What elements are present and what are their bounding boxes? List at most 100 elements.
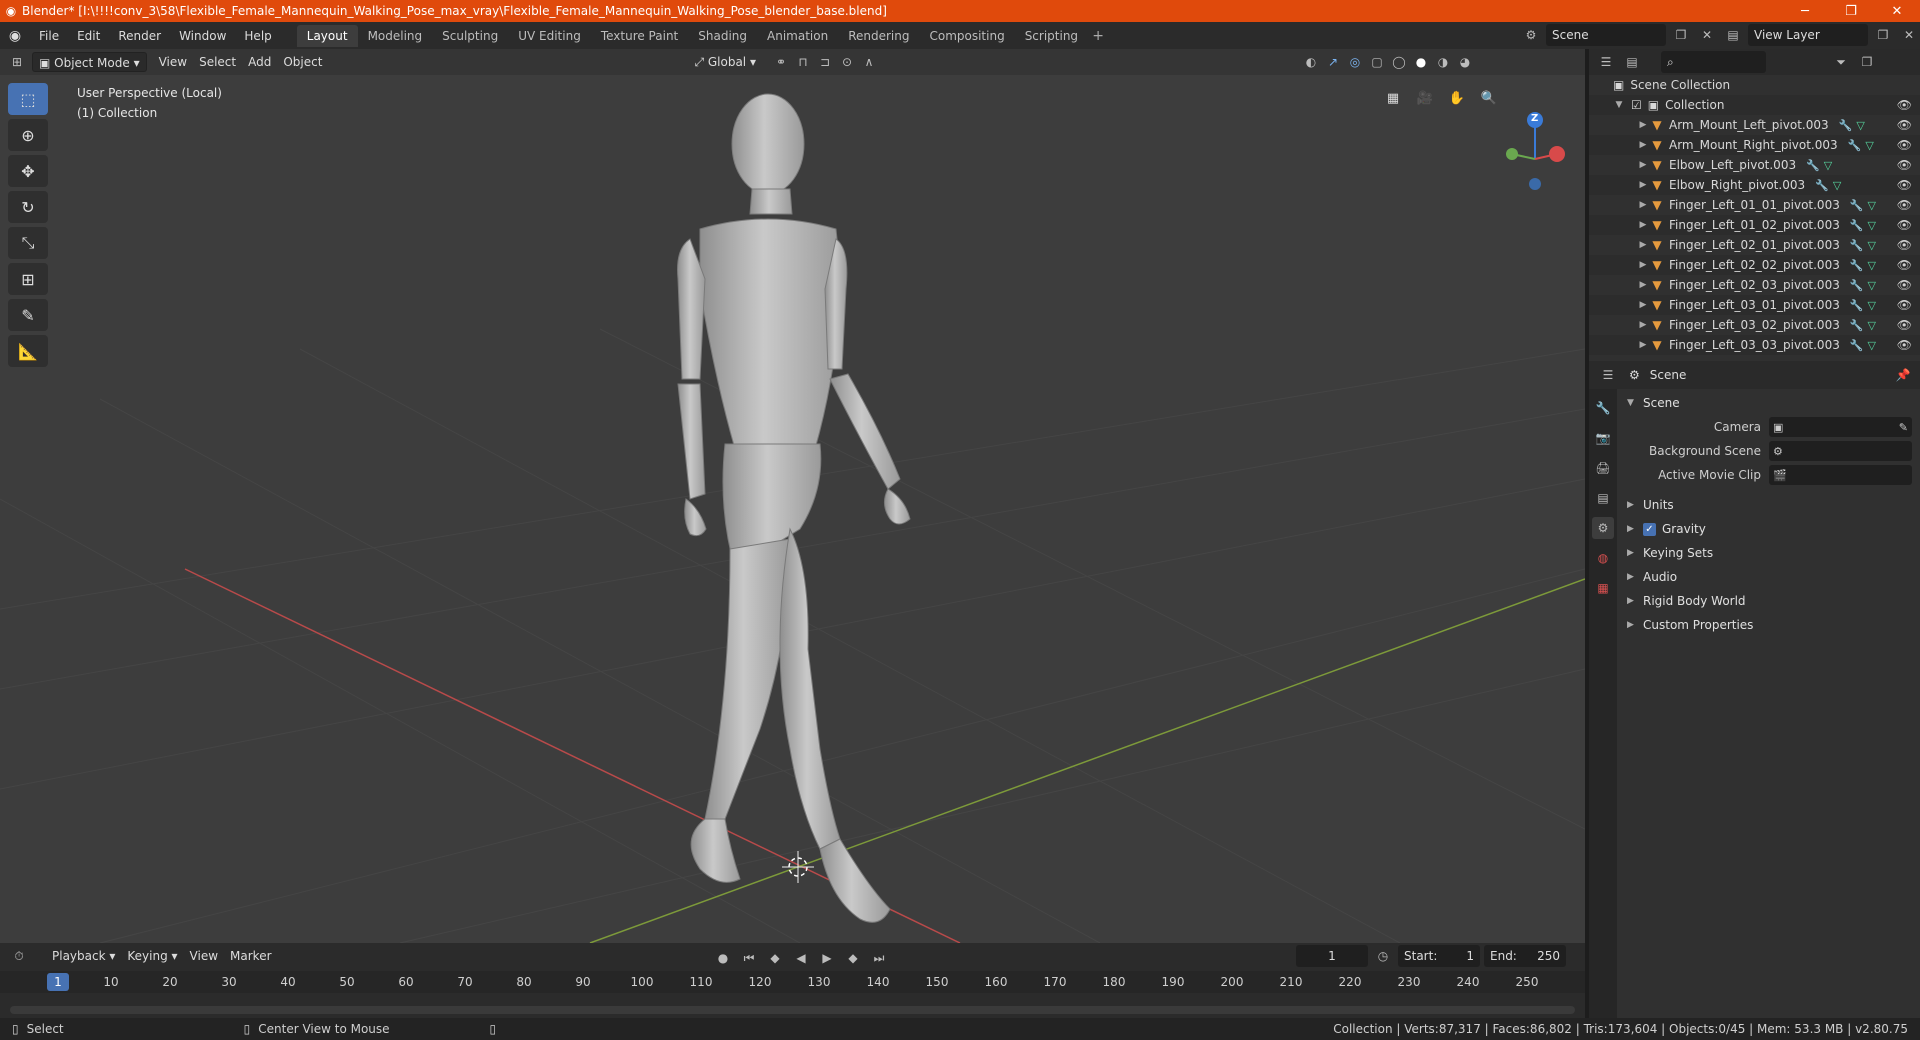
object-mode-dropdown[interactable]: ▣ Object Mode ▾: [32, 52, 147, 72]
keying-menu[interactable]: Keying ▾: [121, 946, 183, 966]
modifier-wrench-icon[interactable]: 🔧: [1850, 279, 1864, 292]
view-layer-icon[interactable]: ▤: [1722, 24, 1744, 46]
timeline-editor-type-icon[interactable]: ⏱: [8, 945, 30, 967]
transform-tool-icon[interactable]: ⊞: [8, 263, 48, 295]
output-tab-icon[interactable]: 🖨: [1592, 457, 1614, 479]
outliner-item[interactable]: ▶ ▼ Arm_Mount_Right_pivot.003 🔧 ▽ 👁: [1589, 135, 1920, 155]
material-shading-icon[interactable]: ◑: [1432, 51, 1454, 73]
record-icon[interactable]: ●: [712, 947, 734, 969]
new-scene-icon[interactable]: ❐: [1670, 24, 1692, 46]
grid-view-icon[interactable]: ▦: [1380, 85, 1406, 111]
expand-arrow-icon[interactable]: ▶: [1637, 240, 1649, 250]
mesh-data-icon[interactable]: ▽: [1868, 299, 1876, 312]
viewport-menu-view[interactable]: View: [153, 52, 193, 72]
close-button[interactable]: ✕: [1874, 0, 1920, 22]
outliner-item[interactable]: ▶ ▼ Finger_Left_01_01_pivot.003 🔧 ▽ 👁: [1589, 195, 1920, 215]
eye-icon[interactable]: 👁: [1897, 178, 1912, 192]
tab-scripting[interactable]: Scripting: [1015, 25, 1088, 47]
marker-menu[interactable]: Marker: [224, 946, 277, 966]
solid-shading-icon[interactable]: ●: [1410, 51, 1432, 73]
tool-tab-icon[interactable]: 🔧: [1592, 397, 1614, 419]
outliner-item[interactable]: ▶ ▼ Finger_Left_01_02_pivot.003 🔧 ▽ 👁: [1589, 215, 1920, 235]
playback-menu[interactable]: Playback ▾: [46, 946, 121, 966]
menu-window[interactable]: Window: [170, 25, 235, 47]
expand-arrow-icon[interactable]: ▶: [1637, 200, 1649, 210]
clock-icon[interactable]: ◷: [1372, 945, 1394, 967]
modifier-wrench-icon[interactable]: 🔧: [1850, 259, 1864, 272]
view-layer-field[interactable]: View Layer: [1748, 24, 1868, 46]
new-collection-icon[interactable]: ❐: [1856, 51, 1878, 73]
modifier-wrench-icon[interactable]: 🔧: [1806, 159, 1820, 172]
view-layer-tab-icon[interactable]: ▤: [1592, 487, 1614, 509]
collection-checkbox[interactable]: ☑: [1631, 98, 1642, 112]
eye-icon[interactable]: 👁: [1897, 238, 1912, 252]
tab-animation[interactable]: Animation: [757, 25, 838, 47]
eye-icon[interactable]: 👁: [1897, 198, 1912, 212]
jump-keyframe-back-icon[interactable]: ◆: [764, 947, 786, 969]
expand-arrow-icon[interactable]: ▶: [1637, 120, 1649, 130]
transform-orientation-dropdown[interactable]: ⤢ Global ▾: [688, 52, 762, 72]
select-box-tool-icon[interactable]: ⬚: [8, 83, 48, 115]
rendered-shading-icon[interactable]: ◕: [1454, 51, 1476, 73]
active-movie-clip-field[interactable]: 🎬: [1769, 465, 1912, 485]
expand-arrow-icon[interactable]: ▶: [1637, 300, 1649, 310]
move-tool-icon[interactable]: ✥: [8, 155, 48, 187]
outliner-collection[interactable]: ▼ ☑ ▣ Collection 👁: [1589, 95, 1920, 115]
3d-cursor[interactable]: [782, 851, 814, 883]
tab-texture-paint[interactable]: Texture Paint: [591, 25, 688, 47]
minimize-button[interactable]: ─: [1782, 0, 1828, 22]
overlay-toggle-icon[interactable]: ◎: [1344, 51, 1366, 73]
gizmo-toggle-icon[interactable]: ↗: [1322, 51, 1344, 73]
camera-view-icon[interactable]: 🎥: [1412, 85, 1438, 111]
eye-icon[interactable]: 👁: [1897, 318, 1912, 332]
modifier-wrench-icon[interactable]: 🔧: [1850, 239, 1864, 252]
mesh-data-icon[interactable]: ▽: [1824, 159, 1832, 172]
viewport-menu-add[interactable]: Add: [242, 52, 277, 72]
measure-tool-icon[interactable]: 📐: [8, 335, 48, 367]
eye-icon[interactable]: 👁: [1897, 338, 1912, 352]
current-frame-field[interactable]: 1: [1296, 945, 1368, 967]
delete-view-layer-icon[interactable]: ✕: [1898, 24, 1920, 46]
modifier-wrench-icon[interactable]: 🔧: [1850, 199, 1864, 212]
expand-arrow-icon[interactable]: ▶: [1637, 220, 1649, 230]
proportional-edit-icon[interactable]: ⊙: [836, 51, 858, 73]
expand-arrow-icon[interactable]: ▶: [1637, 320, 1649, 330]
tab-sculpting[interactable]: Sculpting: [432, 25, 508, 47]
mesh-data-icon[interactable]: ▽: [1856, 119, 1864, 132]
eye-icon[interactable]: 👁: [1897, 298, 1912, 312]
mesh-data-icon[interactable]: ▽: [1868, 199, 1876, 212]
menu-file[interactable]: File: [30, 25, 68, 47]
scene-panel-header[interactable]: ▼ Scene: [1619, 391, 1920, 415]
expand-arrow-icon[interactable]: ▶: [1637, 340, 1649, 350]
outliner-item[interactable]: ▶ ▼ Finger_Left_03_03_pivot.003 🔧 ▽ 👁: [1589, 335, 1920, 355]
jump-start-icon[interactable]: ⏮: [738, 947, 760, 969]
jump-end-icon[interactable]: ⏭: [868, 947, 890, 969]
modifier-wrench-icon[interactable]: 🔧: [1850, 339, 1864, 352]
end-frame-field[interactable]: End: 250: [1484, 945, 1566, 967]
camera-field[interactable]: ▣ ✎: [1769, 417, 1912, 437]
delete-scene-icon[interactable]: ✕: [1696, 24, 1718, 46]
gravity-panel-header[interactable]: ▶ ✓ Gravity: [1619, 517, 1920, 541]
falloff-icon[interactable]: ∧: [858, 51, 880, 73]
expand-arrow-icon[interactable]: ▶: [1637, 160, 1649, 170]
modifier-wrench-icon[interactable]: 🔧: [1850, 319, 1864, 332]
cursor-tool-icon[interactable]: ⊕: [8, 119, 48, 151]
background-scene-field[interactable]: ⚙: [1769, 441, 1912, 461]
timeline-ruler[interactable]: 1 10 20 30 40 50 60 70 80 90 100 110 120…: [0, 971, 1585, 993]
outliner-item[interactable]: ▶ ▼ Finger_Left_03_02_pivot.003 🔧 ▽ 👁: [1589, 315, 1920, 335]
menu-help[interactable]: Help: [235, 25, 280, 47]
outliner-item[interactable]: ▶ ▼ Elbow_Left_pivot.003 🔧 ▽ 👁: [1589, 155, 1920, 175]
audio-panel-header[interactable]: ▶ Audio: [1619, 565, 1920, 589]
mesh-data-icon[interactable]: ▽: [1868, 319, 1876, 332]
tab-uv-editing[interactable]: UV Editing: [508, 25, 591, 47]
scene-tab-icon[interactable]: ⚙: [1592, 517, 1614, 539]
modifier-wrench-icon[interactable]: 🔧: [1850, 219, 1864, 232]
play-icon[interactable]: ▶: [816, 947, 838, 969]
outliner-item[interactable]: ▶ ▼ Finger_Left_02_01_pivot.003 🔧 ▽ 👁: [1589, 235, 1920, 255]
rigid-body-world-panel-header[interactable]: ▶ Rigid Body World: [1619, 589, 1920, 613]
tab-shading[interactable]: Shading: [688, 25, 757, 47]
annotate-tool-icon[interactable]: ✎: [8, 299, 48, 331]
texture-tab-icon[interactable]: ▦: [1592, 577, 1614, 599]
blender-menu-icon[interactable]: ◉: [0, 28, 30, 44]
eye-icon[interactable]: 👁: [1897, 278, 1912, 292]
